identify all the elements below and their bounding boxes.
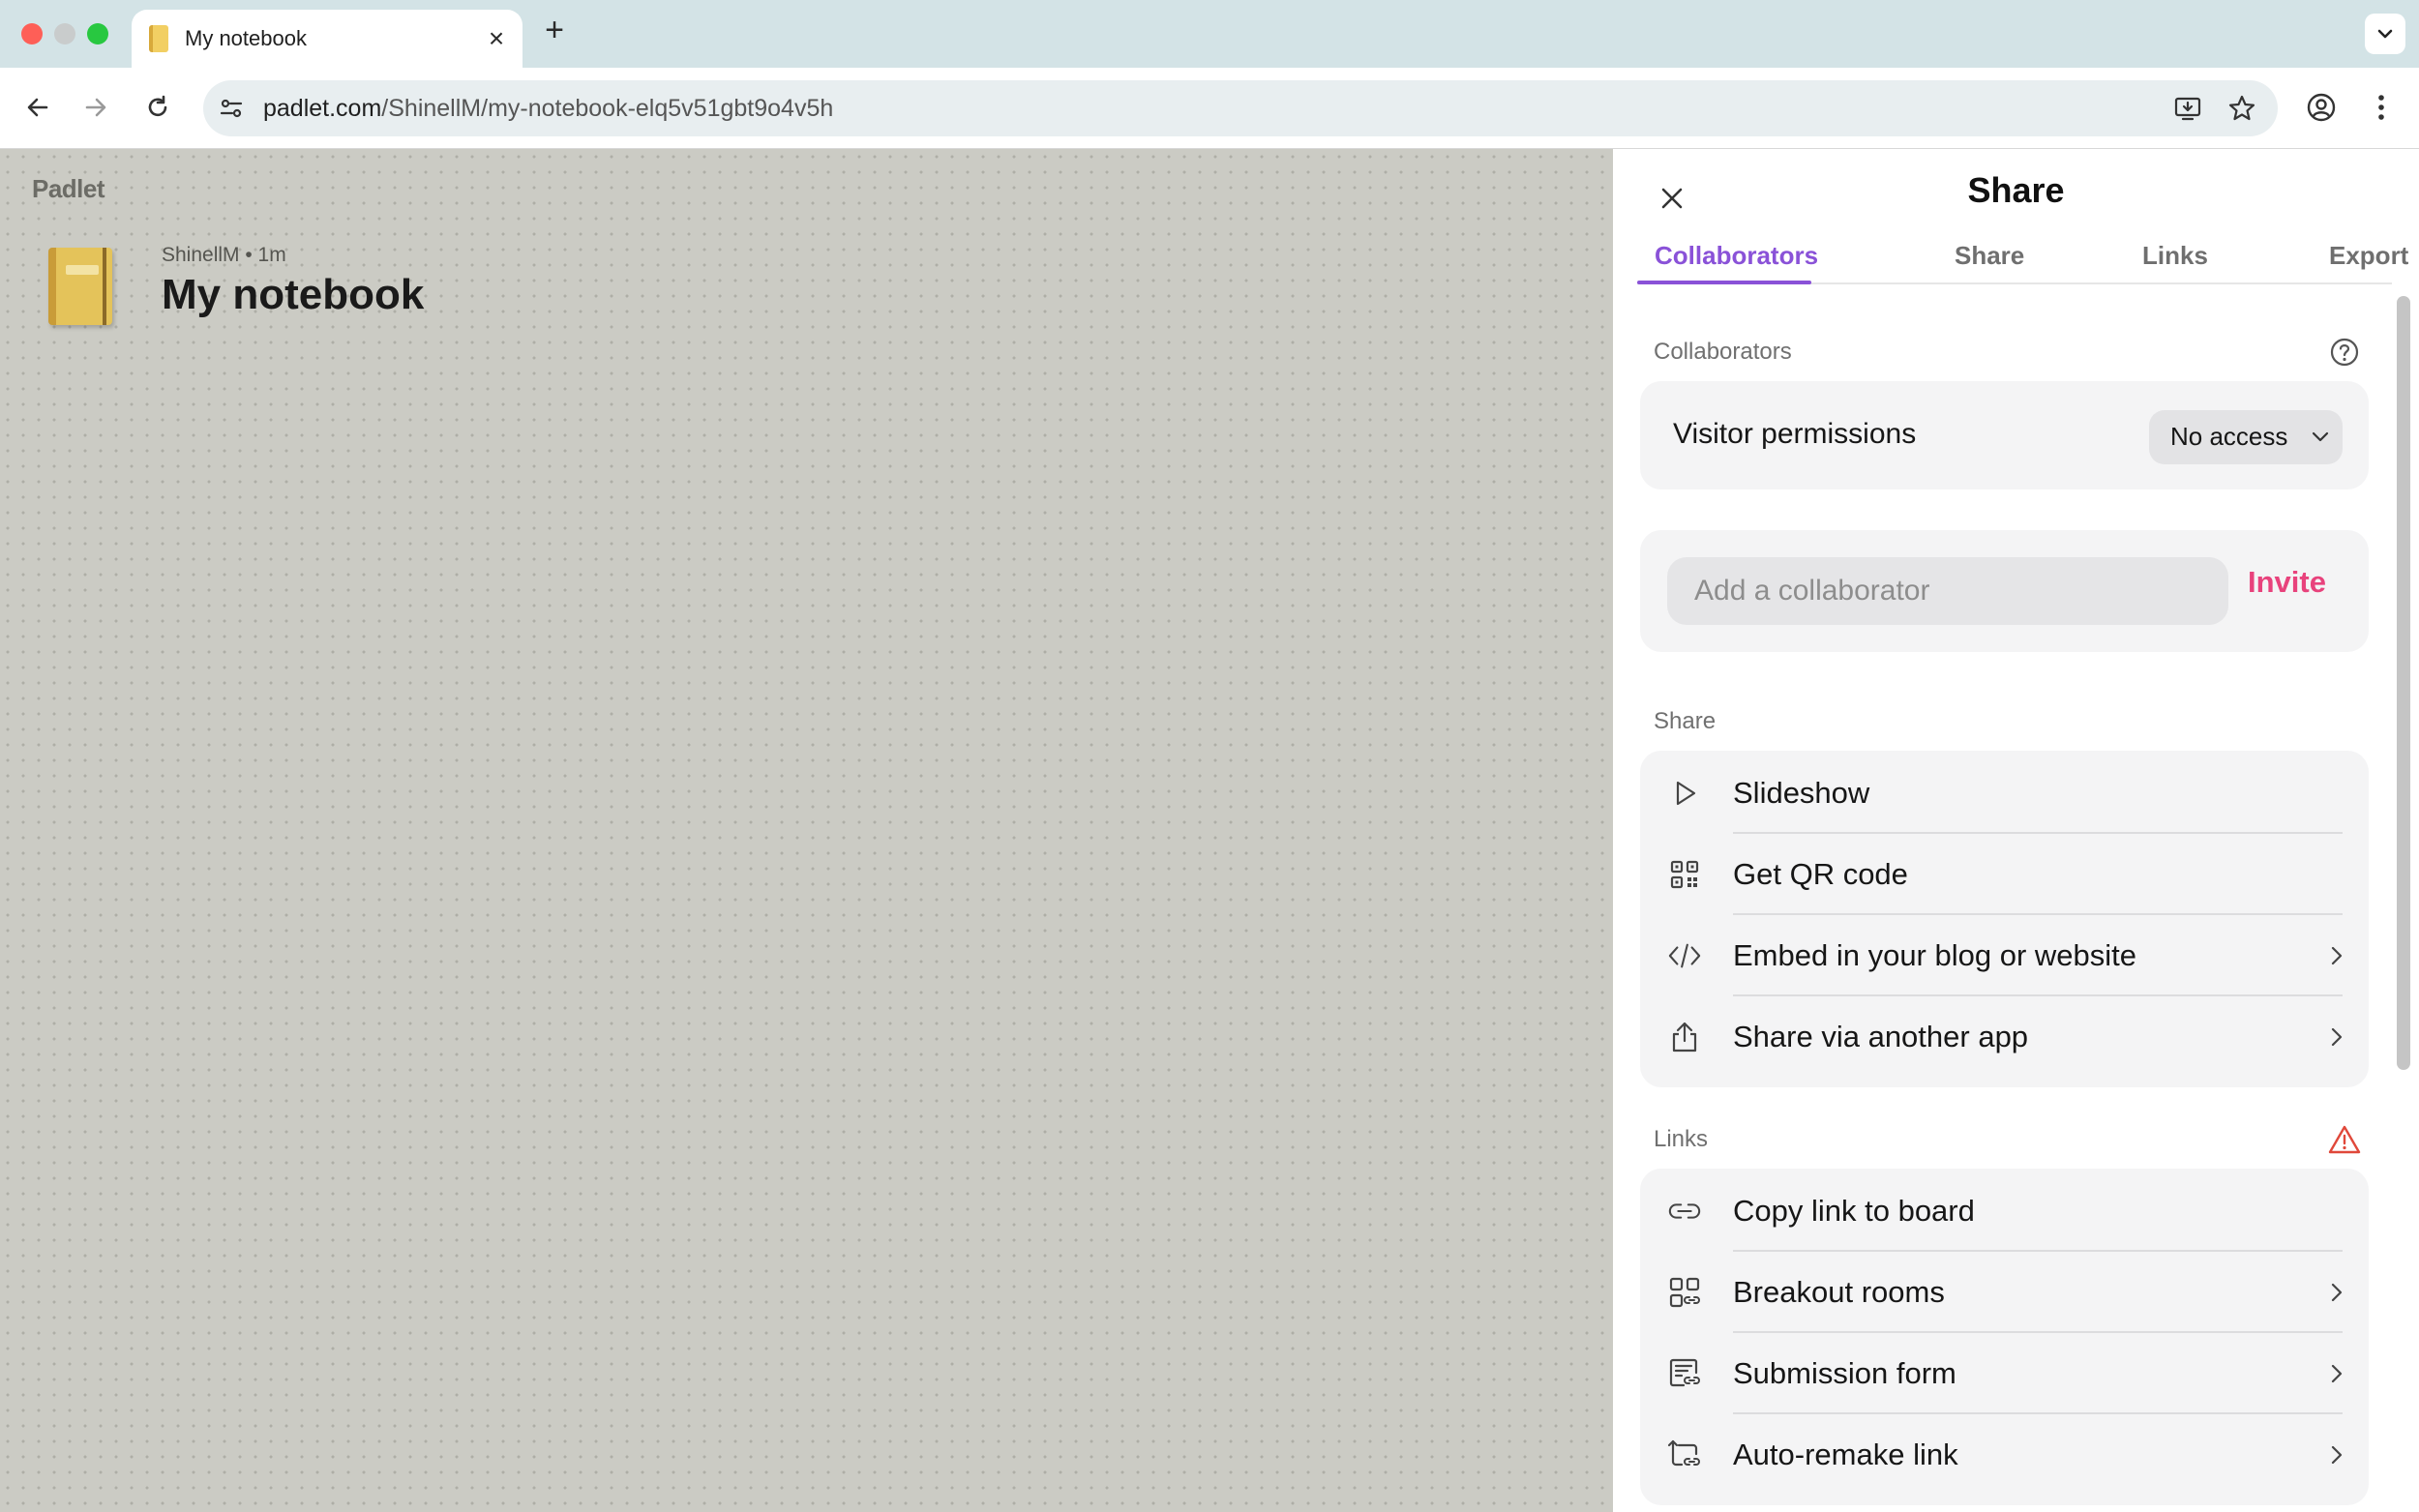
share-icon: [1667, 1020, 1702, 1054]
tab-export[interactable]: Export: [2329, 236, 2408, 284]
profile-avatar-icon[interactable]: [2303, 89, 2340, 126]
tab-search-button[interactable]: [2365, 14, 2405, 54]
collaborators-section-label: Collaborators: [1654, 339, 1792, 365]
url-path: /ShinellM/my-notebook-elq5v51gbt9o4v5h: [381, 95, 834, 122]
padlet-logo[interactable]: Padlet: [32, 174, 105, 204]
invite-button[interactable]: Invite: [2248, 565, 2326, 600]
links-section-label: Links: [1654, 1126, 1709, 1152]
visitor-permissions-value: No access: [2170, 422, 2288, 451]
minimize-window-button[interactable]: [54, 23, 75, 44]
share-options-card: Slideshow Get QR code Embed in your blog…: [1640, 751, 2369, 1087]
grid-link-icon: [1667, 1275, 1702, 1310]
chevron-right-icon: [2327, 944, 2346, 967]
slideshow-row[interactable]: Slideshow: [1640, 753, 2369, 834]
tab-share[interactable]: Share: [1955, 236, 2024, 284]
chevron-right-icon: [2327, 1362, 2346, 1385]
bookmark-star-icon[interactable]: [2225, 92, 2258, 125]
form-link-icon: [1667, 1356, 1702, 1391]
tab-links[interactable]: Links: [2142, 236, 2208, 284]
board-title: My notebook: [162, 271, 425, 318]
close-tab-icon[interactable]: ×: [480, 22, 513, 55]
arrow-left-icon: [27, 98, 48, 117]
notebook-icon: [48, 248, 112, 325]
qr-code-icon: [1667, 857, 1702, 892]
panel-title: Share: [1967, 170, 2065, 210]
chevron-right-icon: [2327, 1443, 2346, 1467]
browser-tab-bar: My notebook × +: [0, 0, 2419, 68]
tab-collaborators[interactable]: Collaborators: [1655, 236, 1818, 284]
code-icon: [1667, 938, 1702, 973]
add-collaborator-input[interactable]: [1667, 557, 2228, 625]
chevron-right-icon: [2327, 1025, 2346, 1049]
panel-tabs: Collaborators Share Links Export: [1637, 236, 2408, 284]
back-button[interactable]: [15, 85, 60, 130]
visitor-permissions-card: Visitor permissions No access: [1640, 381, 2369, 489]
url-text[interactable]: padlet.com/ShinellM/my-notebook-elq5v51g…: [263, 92, 833, 125]
add-collaborator-card: Invite: [1640, 530, 2369, 652]
notebook-strap: [103, 248, 106, 325]
help-icon[interactable]: [2327, 335, 2362, 370]
play-icon: [1667, 776, 1702, 811]
visitor-permissions-label: Visitor permissions: [1673, 418, 1917, 450]
slideshow-label: Slideshow: [1733, 776, 1870, 810]
visitor-permissions-dropdown[interactable]: No access: [2149, 410, 2343, 464]
site-settings-icon[interactable]: [217, 94, 246, 123]
share-another-app-row[interactable]: Share via another app: [1640, 996, 2369, 1078]
embed-row[interactable]: Embed in your blog or website: [1640, 915, 2369, 996]
warning-icon[interactable]: [2327, 1122, 2362, 1157]
new-tab-icon[interactable]: +: [538, 14, 571, 46]
submission-form-label: Submission form: [1733, 1356, 1956, 1390]
share-panel: Share Collaborators Share Links Export C…: [1613, 149, 2419, 1512]
browser-menu-icon[interactable]: [2363, 89, 2400, 126]
breakout-rooms-row[interactable]: Breakout rooms: [1640, 1252, 2369, 1333]
notebook-favicon-icon: [149, 25, 168, 52]
browser-tab-title: My notebook: [185, 26, 307, 50]
embed-label: Embed in your blog or website: [1733, 938, 2137, 972]
submission-form-row[interactable]: Submission form: [1640, 1333, 2369, 1414]
chevron-down-icon: [2377, 29, 2393, 39]
qr-code-row[interactable]: Get QR code: [1640, 834, 2369, 915]
address-bar[interactable]: padlet.com/ShinellM/my-notebook-elq5v51g…: [203, 80, 2278, 136]
link-icon: [1667, 1194, 1702, 1229]
browser-toolbar: padlet.com/ShinellM/my-notebook-elq5v51g…: [0, 68, 2419, 149]
maximize-window-button[interactable]: [87, 23, 108, 44]
url-domain: padlet.com: [263, 95, 382, 122]
links-options-card: Copy link to board Breakout rooms Submis…: [1640, 1169, 2369, 1505]
copy-link-label: Copy link to board: [1733, 1194, 1975, 1228]
breakout-rooms-label: Breakout rooms: [1733, 1275, 1945, 1309]
close-window-button[interactable]: [21, 23, 43, 44]
chevron-down-icon: [2312, 431, 2329, 442]
panel-scrollbar[interactable]: [2397, 296, 2410, 1070]
arrow-right-icon: [85, 98, 106, 117]
active-tab-underline: [1637, 281, 1811, 284]
share-section-label: Share: [1654, 708, 1717, 734]
remake-link-icon: [1667, 1438, 1702, 1472]
reload-button[interactable]: [135, 85, 180, 130]
auto-remake-link-label: Auto-remake link: [1733, 1438, 1958, 1471]
reload-icon: [148, 95, 167, 117]
browser-tab-active[interactable]: My notebook ×: [132, 10, 523, 68]
install-app-icon[interactable]: [2171, 92, 2204, 125]
auto-remake-link-row[interactable]: Auto-remake link: [1640, 1414, 2369, 1496]
copy-link-row[interactable]: Copy link to board: [1640, 1171, 2369, 1252]
forward-button[interactable]: [74, 85, 118, 130]
padlet-board: Padlet ShinellM • 1m My notebook: [0, 149, 1613, 1512]
qr-code-label: Get QR code: [1733, 857, 1908, 891]
board-meta: ShinellM • 1m: [162, 244, 286, 266]
notebook-label-icon: [66, 265, 99, 275]
chevron-right-icon: [2327, 1281, 2346, 1304]
share-another-app-label: Share via another app: [1733, 1020, 2029, 1053]
